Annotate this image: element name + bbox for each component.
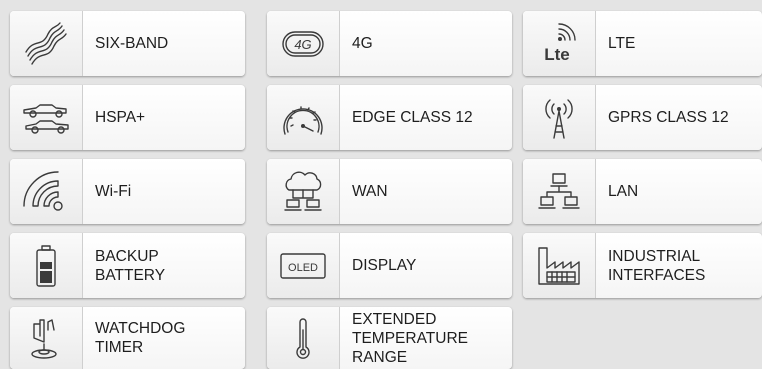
- feature-label: INDUSTRIAL INTERFACES: [608, 247, 706, 284]
- lan-network-icon: [523, 159, 596, 224]
- feature-tile-battery: BACKUP BATTERY: [10, 233, 245, 298]
- 4g-icon-text: 4G: [294, 37, 311, 52]
- battery-icon: [10, 233, 83, 298]
- feature-label: EDGE CLASS 12: [352, 109, 473, 126]
- feature-label: WAN: [352, 183, 388, 200]
- feature-label: DISPLAY: [352, 257, 417, 274]
- feature-tile-six-band: SIX-BAND: [10, 11, 245, 76]
- feature-tile-wifi: Wi-Fi: [10, 159, 245, 224]
- feature-label: Wi-Fi: [95, 183, 132, 200]
- feature-tile-hspa: HSPA+: [10, 85, 245, 150]
- feature-tile-temperature: EXTENDED TEMPERATURE RANGE: [267, 307, 512, 369]
- feature-label: LAN: [608, 183, 639, 200]
- hspa-icon: [10, 85, 83, 150]
- six-band-icon: [10, 11, 83, 76]
- feature-tile-industrial: INDUSTRIAL INTERFACES: [523, 233, 762, 298]
- feature-label: WATCHDOG TIMER: [95, 320, 186, 356]
- feature-tile-watchdog: WATCHDOG TIMER: [10, 307, 245, 369]
- feature-label: 4G: [352, 35, 373, 52]
- lte-icon: Lte: [523, 11, 596, 76]
- speedometer-icon: [267, 85, 340, 150]
- feature-label: SIX-BAND: [95, 35, 169, 52]
- wan-cloud-icon: [267, 159, 340, 224]
- feature-tile-wan: WAN: [267, 159, 512, 224]
- feature-label: BACKUP BATTERY: [95, 247, 166, 284]
- feature-tile-display: OLED DISPLAY: [267, 233, 512, 298]
- feature-tile-lan: LAN: [523, 159, 762, 224]
- feature-tile-lte: Lte LTE: [523, 11, 762, 76]
- feature-tile-gprs: GPRS CLASS 12: [523, 85, 762, 150]
- watchdog-hand-icon: [10, 307, 83, 369]
- feature-label: LTE: [608, 35, 636, 52]
- 4g-icon: 4G: [267, 11, 340, 76]
- factory-icon: [523, 233, 596, 298]
- feature-tile-4g: 4G 4G: [267, 11, 512, 76]
- feature-label: GPRS CLASS 12: [608, 109, 729, 126]
- thermometer-icon: [267, 307, 340, 369]
- oled-icon-text: OLED: [288, 262, 318, 274]
- wifi-icon: [10, 159, 83, 224]
- feature-label: EXTENDED TEMPERATURE RANGE: [352, 310, 468, 366]
- oled-display-icon: OLED: [267, 233, 340, 298]
- antenna-tower-icon: [523, 85, 596, 150]
- feature-tile-edge: EDGE CLASS 12: [267, 85, 512, 150]
- lte-icon-text: Lte: [544, 45, 570, 64]
- feature-label: HSPA+: [95, 109, 146, 126]
